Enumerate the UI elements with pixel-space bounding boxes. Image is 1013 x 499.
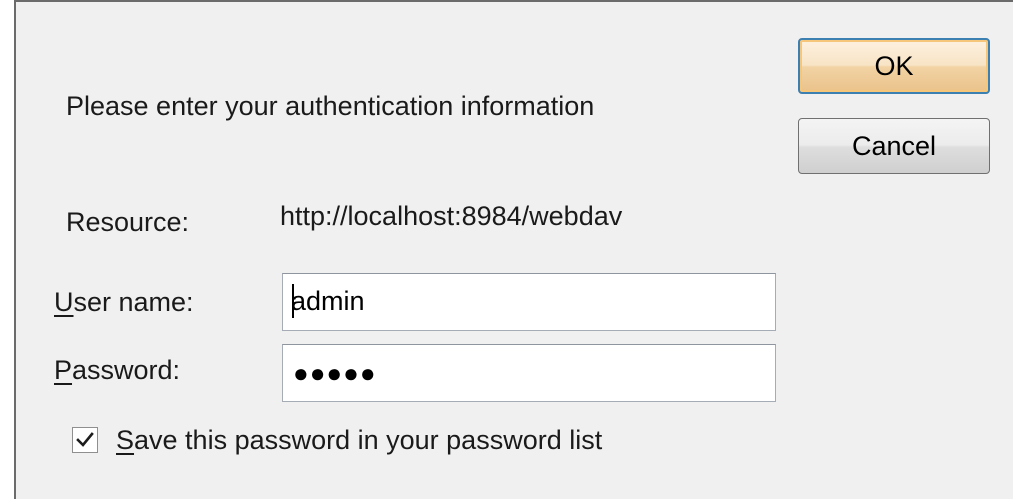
password-label-rest: assword:: [72, 355, 181, 385]
resource-label: Resource:: [66, 207, 190, 237]
cancel-button[interactable]: Cancel: [798, 118, 990, 174]
save-password-label[interactable]: Save this password in your password list: [116, 424, 602, 456]
password-label-accelerator: P: [54, 355, 73, 385]
text-caret: [292, 284, 294, 318]
ok-button[interactable]: OK: [798, 38, 990, 94]
username-label: User name:: [54, 286, 194, 318]
authentication-dialog: Please enter your authentication informa…: [14, 0, 1013, 499]
username-value: admin: [291, 286, 365, 316]
username-label-rest: ser name:: [73, 287, 194, 317]
resource-value: http://localhost:8984/webdav: [280, 201, 623, 231]
save-password-label-rest: ave this password in your password list: [134, 425, 603, 455]
prompt-text: Please enter your authentication informa…: [66, 91, 595, 121]
password-mask: ●●●●●: [293, 358, 377, 388]
username-label-accelerator: U: [54, 287, 74, 317]
check-icon: [76, 432, 94, 447]
password-field[interactable]: ●●●●●: [282, 344, 776, 402]
username-field[interactable]: admin: [282, 273, 776, 331]
save-password-checkbox[interactable]: [72, 427, 98, 453]
save-password-option[interactable]: Save this password in your password list: [72, 424, 602, 456]
password-label: Password:: [54, 354, 180, 386]
save-password-accelerator: S: [116, 425, 135, 455]
